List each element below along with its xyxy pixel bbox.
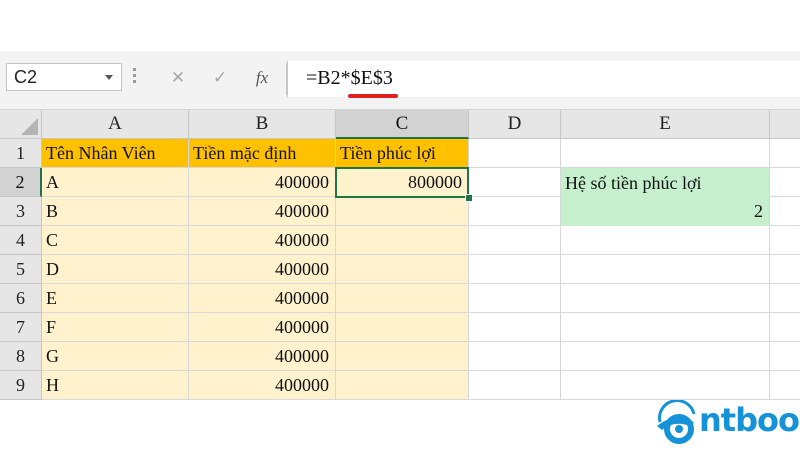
cell-c6[interactable] xyxy=(336,284,469,313)
row-header-3[interactable]: 3 xyxy=(0,197,42,226)
cell-a4[interactable]: C xyxy=(42,226,189,255)
cell-f7[interactable] xyxy=(770,313,800,342)
cell-d5[interactable] xyxy=(469,255,561,284)
cancel-icon[interactable]: ✕ xyxy=(167,67,189,89)
cell-d6[interactable] xyxy=(469,284,561,313)
formula-bar: C2 ✕ ✓ fx =B2*$E$3 xyxy=(0,51,800,110)
cell-d2[interactable] xyxy=(469,168,561,197)
cell-f4[interactable] xyxy=(770,226,800,255)
row-header-6[interactable]: 6 xyxy=(0,284,42,313)
cell-f6[interactable] xyxy=(770,284,800,313)
column-header-b[interactable]: B xyxy=(189,110,336,139)
brand-logo-text: ntbook xyxy=(699,401,800,439)
row-header-8[interactable]: 8 xyxy=(0,342,42,371)
cell-f9[interactable] xyxy=(770,371,800,400)
cell-e7[interactable] xyxy=(561,313,770,342)
logo-mark-icon xyxy=(657,399,696,444)
cell-c5[interactable] xyxy=(336,255,469,284)
cell-b4[interactable]: 400000 xyxy=(189,226,336,255)
cell-e6[interactable] xyxy=(561,284,770,313)
cell-c3[interactable] xyxy=(336,197,469,226)
cell-b8[interactable]: 400000 xyxy=(189,342,336,371)
cell-d8[interactable] xyxy=(469,342,561,371)
name-box[interactable]: C2 xyxy=(6,63,122,91)
cell-d4[interactable] xyxy=(469,226,561,255)
cell-b6[interactable]: 400000 xyxy=(189,284,336,313)
select-all-corner[interactable] xyxy=(0,110,42,139)
cell-f1[interactable] xyxy=(770,139,800,168)
cell-e5[interactable] xyxy=(561,255,770,284)
row-header-1[interactable]: 1 xyxy=(0,139,42,168)
cell-a7[interactable]: F xyxy=(42,313,189,342)
name-box-value: C2 xyxy=(14,67,38,87)
cell-e3[interactable]: 2 xyxy=(561,197,770,226)
cell-b1[interactable]: Tiền mặc định xyxy=(189,139,336,168)
cell-f5[interactable] xyxy=(770,255,800,284)
cell-d3[interactable] xyxy=(469,197,561,226)
cell-a6[interactable]: E xyxy=(42,284,189,313)
cell-b9[interactable]: 400000 xyxy=(189,371,336,400)
cell-a5[interactable]: D xyxy=(42,255,189,284)
chevron-down-icon[interactable] xyxy=(105,75,113,80)
cell-d1[interactable] xyxy=(469,139,561,168)
cell-d9[interactable] xyxy=(469,371,561,400)
cell-e1[interactable] xyxy=(561,139,770,168)
cell-c4[interactable] xyxy=(336,226,469,255)
cell-f8[interactable] xyxy=(770,342,800,371)
row-header-4[interactable]: 4 xyxy=(0,226,42,255)
cell-a2[interactable]: A xyxy=(42,168,189,197)
column-header-a[interactable]: A xyxy=(42,110,189,139)
brand-logo: ntbook xyxy=(654,399,800,450)
formula-text: =B2*$E$3 xyxy=(306,67,393,89)
cell-a8[interactable]: G xyxy=(42,342,189,371)
cell-c8[interactable] xyxy=(336,342,469,371)
row-header-5[interactable]: 5 xyxy=(0,255,42,284)
cell-a1[interactable]: Tên Nhân Viên xyxy=(42,139,189,168)
cell-e4[interactable] xyxy=(561,226,770,255)
column-header-e[interactable]: E xyxy=(561,110,770,139)
top-band xyxy=(0,0,800,51)
cell-b7[interactable]: 400000 xyxy=(189,313,336,342)
formula-input[interactable]: =B2*$E$3 xyxy=(287,61,800,97)
active-cell-border xyxy=(335,167,469,198)
cell-e9[interactable] xyxy=(561,371,770,400)
cell-e2[interactable]: Hệ số tiền phúc lợi xyxy=(561,168,770,197)
select-all-icon xyxy=(21,118,38,135)
cell-c7[interactable] xyxy=(336,313,469,342)
row-header-9[interactable]: 9 xyxy=(0,371,42,400)
cell-b2[interactable]: 400000 xyxy=(189,168,336,197)
cell-c1[interactable]: Tiền phúc lợi xyxy=(336,139,469,168)
fill-handle[interactable] xyxy=(465,194,473,202)
cell-e8[interactable] xyxy=(561,342,770,371)
cell-a9[interactable]: H xyxy=(42,371,189,400)
column-header-c[interactable]: C xyxy=(336,110,469,139)
cell-b5[interactable]: 400000 xyxy=(189,255,336,284)
cell-d7[interactable] xyxy=(469,313,561,342)
column-header-d[interactable]: D xyxy=(469,110,561,139)
cell-f3[interactable] xyxy=(770,197,800,226)
insert-function-icon[interactable]: fx xyxy=(251,67,273,89)
enter-icon[interactable]: ✓ xyxy=(209,67,231,89)
cell-f2[interactable] xyxy=(770,168,800,197)
cell-a3[interactable]: B xyxy=(42,197,189,226)
cell-c9[interactable] xyxy=(336,371,469,400)
cell-b3[interactable]: 400000 xyxy=(189,197,336,226)
drag-handle-icon[interactable] xyxy=(133,68,137,86)
row-header-2[interactable]: 2 xyxy=(0,168,42,197)
formula-highlight-underline xyxy=(348,94,398,98)
column-header-f[interactable] xyxy=(770,110,800,139)
row-header-7[interactable]: 7 xyxy=(0,313,42,342)
